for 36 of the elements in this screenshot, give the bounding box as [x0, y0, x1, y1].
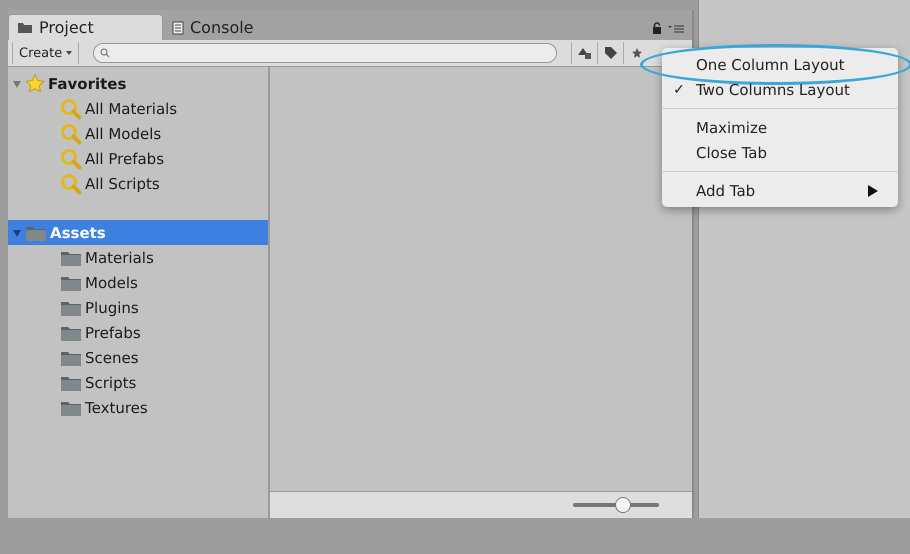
tree-item[interactable]: Favorites: [8, 71, 268, 96]
tree-item[interactable]: Prefabs: [8, 320, 268, 345]
menu-item[interactable]: Maximize: [662, 115, 898, 140]
tree-item[interactable]: All Prefabs: [8, 146, 268, 171]
tab[interactable]: Console: [163, 14, 318, 40]
tree-item[interactable]: All Scripts: [8, 171, 268, 196]
tree-item[interactable]: Plugins: [8, 295, 268, 320]
tree-item[interactable]: Scenes: [8, 345, 268, 370]
menu-icon[interactable]: [668, 23, 684, 33]
create-button[interactable]: Create: [12, 42, 80, 64]
slider-thumb[interactable]: [614, 497, 631, 513]
search-icon: [100, 48, 110, 58]
disclosure-triangle-icon[interactable]: [12, 78, 22, 88]
submenu-arrow-icon: [868, 184, 878, 196]
tree-item[interactable]: All Models: [8, 121, 268, 146]
search-icon: [60, 172, 82, 194]
menu-item[interactable]: One Column Layout: [640, 44, 910, 85]
tab[interactable]: Project: [8, 14, 163, 40]
lock-icon[interactable]: [652, 22, 662, 34]
tree-item[interactable]: Models: [8, 270, 268, 295]
folder-icon: [17, 22, 33, 34]
search-field[interactable]: [93, 43, 558, 63]
search-icon: [60, 148, 82, 170]
star-icon: [25, 74, 45, 93]
tree-item[interactable]: Scripts: [8, 370, 268, 395]
document-icon: [172, 20, 184, 34]
tree-item[interactable]: Assets: [8, 220, 268, 245]
tree-item[interactable]: All Materials: [8, 96, 268, 121]
tree-item[interactable]: Textures: [8, 395, 268, 420]
search-icon: [60, 98, 82, 120]
menu-item[interactable]: Close Tab: [662, 140, 898, 165]
menu-item[interactable]: Add Tab: [662, 178, 898, 203]
tree-item[interactable]: Materials: [8, 245, 268, 270]
disclosure-triangle-icon[interactable]: [12, 228, 22, 238]
search-icon: [60, 122, 82, 144]
caret-icon: [66, 51, 72, 55]
